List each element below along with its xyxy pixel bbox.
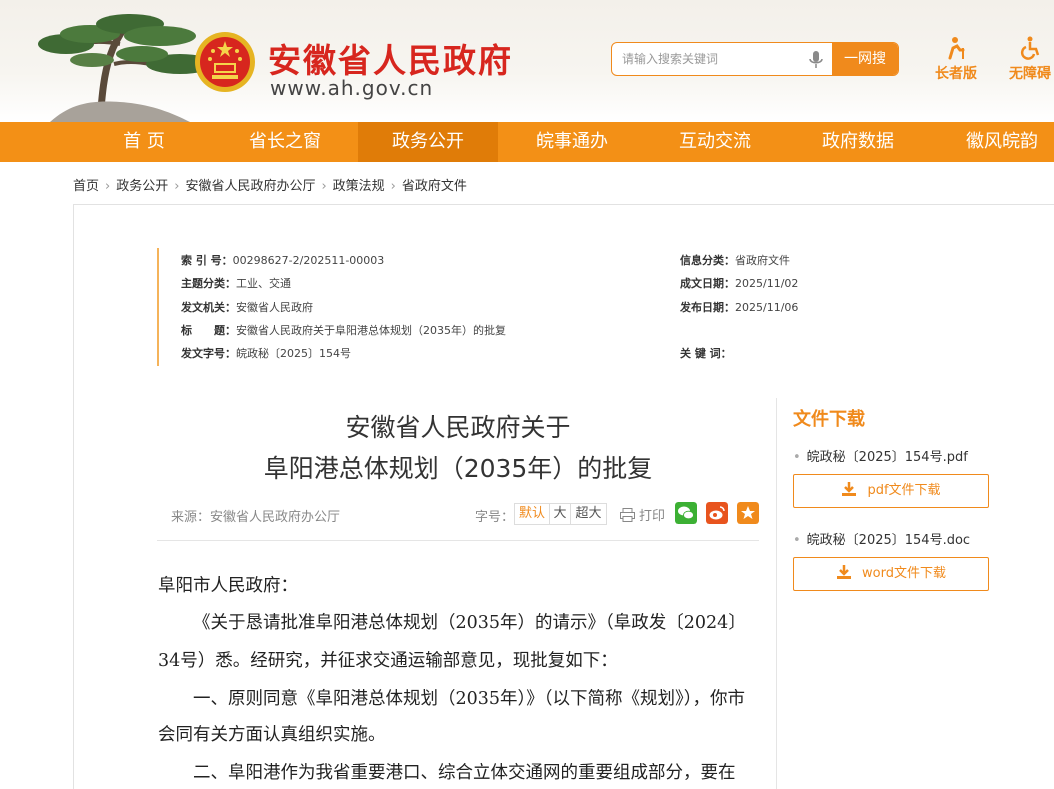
meta-keywords: 关 键 词：	[680, 345, 732, 361]
breadcrumb-gov-affairs[interactable]: 政务公开	[116, 179, 168, 194]
barrier-free-label: 无障碍	[1009, 66, 1051, 82]
meta-label: 索 引 号：	[181, 254, 233, 267]
weibo-icon[interactable]	[706, 502, 728, 524]
font-size-xlarge-button[interactable]: 超大	[570, 503, 607, 525]
search-button[interactable]: 一网搜	[832, 43, 898, 75]
meta-written-date: 成文日期：2025/11/02	[680, 275, 798, 291]
star-icon[interactable]	[737, 502, 759, 524]
divider	[157, 540, 759, 541]
meta-value: 安徽省人民政府	[236, 301, 313, 314]
pine-tree-icon	[38, 14, 214, 122]
wechat-icon[interactable]	[675, 502, 697, 524]
meta-value: 工业、交通	[236, 277, 291, 290]
chevron-right-icon: ›	[174, 179, 180, 194]
meta-value: 2025/11/06	[735, 301, 799, 314]
chevron-right-icon: ›	[390, 179, 396, 194]
search-input[interactable]	[612, 43, 832, 75]
meta-published-date: 发布日期：2025/11/06	[680, 299, 798, 315]
pdf-download-button[interactable]: pdf文件下载	[793, 474, 989, 508]
meta-value: 2025/11/02	[735, 277, 799, 290]
file-name: 皖政秘〔2025〕154号.pdf	[806, 450, 968, 465]
meta-topic: 主题分类：工业、交通	[181, 275, 291, 291]
doc-toolbar: 来源：安徽省人民政府办公厅 字号： 默认 大 超大 打印	[157, 500, 759, 530]
site-url: www.ah.gov.cn	[270, 76, 434, 100]
nav-culture[interactable]: 徽风皖韵	[932, 122, 1054, 162]
download-icon	[837, 565, 852, 579]
print-button[interactable]: 打印	[620, 505, 665, 524]
meta-doc-no: 发文字号：皖政秘〔2025〕154号	[181, 345, 351, 361]
nav-gov-data[interactable]: 政府数据	[788, 122, 928, 162]
download-file-doc: • 皖政秘〔2025〕154号.doc	[793, 529, 970, 548]
doc-meta-table: 索 引 号：00298627-2/202511-00003 主题分类：工业、交通…	[157, 248, 877, 366]
body-paragraph-1-line2: 34号）悉。经研究，并征求交通运输部意见，现批复如下：	[158, 651, 618, 671]
wheelchair-icon	[1020, 36, 1040, 60]
meta-value: 安徽省人民政府关于阜阳港总体规划（2035年）的批复	[236, 324, 506, 337]
meta-label: 成文日期：	[680, 277, 735, 290]
meta-label: 关 键 词：	[680, 347, 732, 360]
nav-governor[interactable]: 省长之窗	[215, 122, 355, 162]
word-download-label: word文件下载	[862, 566, 946, 581]
chevron-right-icon: ›	[105, 179, 111, 194]
download-file-pdf: • 皖政秘〔2025〕154号.pdf	[793, 446, 968, 465]
doc-source: 来源：安徽省人民政府办公厅	[171, 510, 341, 525]
microphone-icon[interactable]	[809, 51, 823, 69]
nav-services[interactable]: 皖事通办	[502, 122, 642, 162]
body-paragraph-2-line1: 一、原则同意《阜阳港总体规划（2035年）》（以下简称《规划》），你市	[193, 689, 746, 709]
site-header: 安徽省人民政府 www.ah.gov.cn 一网搜 长者版 无障碍	[0, 0, 1054, 122]
file-name: 皖政秘〔2025〕154号.doc	[806, 533, 971, 548]
site-title: 安徽省人民政府	[268, 41, 513, 80]
download-icon	[842, 482, 857, 496]
meta-label: 主题分类：	[181, 277, 236, 290]
elder-mode-link[interactable]: 长者版	[926, 36, 986, 83]
breadcrumb-prov-docs[interactable]: 省政府文件	[402, 179, 467, 194]
meta-category: 信息分类：省政府文件	[680, 252, 790, 268]
elder-mode-label: 长者版	[935, 66, 977, 82]
breadcrumb-home[interactable]: 首页	[73, 179, 99, 194]
chevron-right-icon: ›	[321, 179, 327, 194]
elder-person-icon	[948, 37, 965, 60]
body-paragraph-2-line2: 会同有关方面认真组织实施。	[158, 725, 386, 745]
font-size-large-button[interactable]: 大	[549, 503, 571, 525]
font-size-default-button[interactable]: 默认	[514, 503, 550, 525]
nav-gov-affairs[interactable]: 政务公开	[358, 122, 498, 162]
printer-icon	[620, 508, 635, 522]
body-paragraph-1-line1: 《关于恳请批准阜阳港总体规划（2035年）的请示》（阜政发〔2024〕	[193, 613, 746, 633]
nav-interaction[interactable]: 互动交流	[645, 122, 785, 162]
salutation: 阜阳市人民政府：	[158, 576, 298, 596]
meta-label: 标 题：	[181, 324, 236, 337]
meta-title: 标 题：安徽省人民政府关于阜阳港总体规划（2035年）的批复	[181, 322, 506, 338]
meta-value: 00298627-2/202511-00003	[232, 254, 385, 267]
breadcrumb-general-office[interactable]: 安徽省人民政府办公厅	[185, 179, 315, 194]
breadcrumb: 首页 › 政务公开 › 安徽省人民政府办公厅 › 政策法规 › 省政府文件	[73, 175, 467, 194]
meta-label: 发布日期：	[680, 301, 735, 314]
pdf-download-label: pdf文件下载	[867, 483, 941, 498]
barrier-free-link[interactable]: 无障碍	[1000, 36, 1054, 83]
body-paragraph-3-line1: 二、阜阳港作为我省重要港口、综合立体交通网的重要组成部分，要在	[193, 763, 736, 783]
nav-home[interactable]: 首 页	[74, 122, 214, 162]
meta-issuer: 发文机关：安徽省人民政府	[181, 299, 313, 315]
meta-label: 发文字号：	[181, 347, 236, 360]
meta-label: 信息分类：	[680, 254, 735, 267]
print-label: 打印	[639, 509, 666, 524]
meta-value: 皖政秘〔2025〕154号	[236, 347, 351, 360]
breadcrumb-policy[interactable]: 政策法规	[333, 179, 385, 194]
main-nav: 首 页 省长之窗 政务公开 皖事通办 互动交流 政府数据 徽风皖韵	[0, 122, 1054, 162]
bullet: •	[793, 450, 801, 465]
doc-title-line1: 安徽省人民政府关于	[345, 413, 571, 442]
doc-title-line2: 阜阳港总体规划（2035年）的批复	[263, 454, 653, 483]
search-box: 一网搜	[611, 42, 899, 76]
bullet: •	[793, 533, 801, 548]
rail-divider	[776, 398, 777, 789]
downloads-title: 文件下载	[793, 409, 865, 430]
meta-value: 省政府文件	[735, 254, 790, 267]
meta-label: 发文机关：	[181, 301, 236, 314]
font-size-label: 字号：	[475, 510, 515, 525]
word-download-button[interactable]: word文件下载	[793, 557, 989, 591]
national-emblem-icon	[195, 32, 255, 92]
meta-index-no: 索 引 号：00298627-2/202511-00003	[181, 252, 384, 268]
